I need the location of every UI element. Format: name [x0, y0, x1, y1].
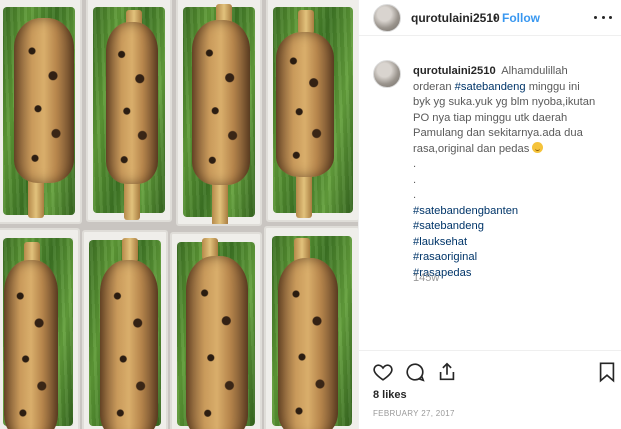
- comment-timestamp: 145w: [413, 272, 440, 284]
- comment-icon[interactable]: [404, 361, 426, 383]
- avatar[interactable]: [373, 60, 401, 88]
- food-tray: [170, 232, 262, 429]
- food-tray: [0, 228, 80, 429]
- satay: [4, 260, 58, 429]
- caption-line: .: [413, 189, 417, 201]
- food-tray: [176, 0, 262, 226]
- avatar[interactable]: [373, 4, 401, 32]
- food-tray: [86, 0, 172, 222]
- satay: [106, 22, 158, 184]
- satay: [186, 256, 248, 429]
- post-details-panel: qurotulaini2510 • Follow qurotulaini2510…: [358, 0, 621, 429]
- satay: [192, 20, 250, 185]
- food-tray: [266, 0, 358, 222]
- caption-line: Pamulang dan sekitarnya.ada dua: [413, 127, 583, 139]
- caption-line: rasa,original dan pedas: [413, 142, 530, 155]
- post-date: FEBRUARY 27, 2017: [373, 409, 455, 418]
- food-tray: [0, 0, 82, 224]
- heart-icon[interactable]: [372, 361, 394, 383]
- caption-line: orderan: [413, 80, 452, 93]
- separator-dot: •: [493, 11, 498, 25]
- food-tray: [82, 230, 168, 429]
- satay: [14, 18, 74, 183]
- caption-line: PO nya tiap minggu utk daerah: [413, 111, 568, 124]
- hashtag-link[interactable]: #rasaoriginal: [413, 250, 613, 266]
- satay: [276, 32, 334, 177]
- caption-line: Alhamdulillah: [501, 65, 568, 77]
- like-count[interactable]: 8 likes: [373, 389, 407, 401]
- more-horizontal-icon[interactable]: [594, 8, 612, 26]
- post-header: qurotulaini2510 • Follow: [359, 0, 621, 36]
- post-photo[interactable]: [0, 0, 358, 429]
- satay: [278, 258, 338, 429]
- hashtag-link[interactable]: #satebandeng: [413, 219, 613, 235]
- caption-line: minggu ini: [528, 80, 580, 93]
- caption-line: .: [413, 158, 417, 170]
- hashtag-link[interactable]: #satebandengbanten: [413, 204, 613, 220]
- caption-line: byk yg suka.yuk yg blm nyoba,ikutan: [413, 96, 596, 108]
- follow-button[interactable]: Follow: [502, 11, 540, 25]
- satay: [100, 260, 158, 429]
- caption-text: qurotulaini2510 Alhamdulillah orderan #s…: [413, 64, 613, 281]
- bookmark-icon[interactable]: [597, 361, 619, 383]
- header-username[interactable]: qurotulaini2510: [411, 11, 500, 25]
- food-tray: [264, 226, 358, 429]
- post-actions: 8 likes FEBRUARY 27, 2017: [359, 350, 621, 429]
- caption-line: .: [413, 173, 417, 186]
- hashtag-link[interactable]: #satebandeng: [455, 81, 526, 93]
- caption-username[interactable]: qurotulaini2510: [413, 65, 496, 77]
- grinning-emoji-icon: [532, 141, 544, 153]
- hashtag-link[interactable]: #rasapedas: [413, 266, 613, 282]
- hashtag-link[interactable]: #lauksehat: [413, 235, 613, 251]
- share-icon[interactable]: [436, 361, 458, 383]
